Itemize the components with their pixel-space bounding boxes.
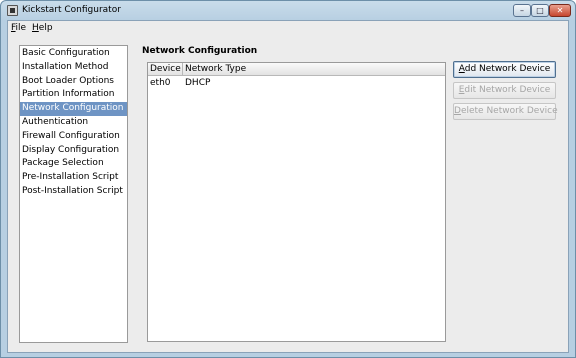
- app-window: Kickstart Configurator – □ ✕ File Help B…: [0, 0, 576, 358]
- table-header: Device Network Type: [148, 63, 445, 76]
- sidebar-item-display-configuration[interactable]: Display Configuration: [20, 144, 127, 158]
- sidebar-item-firewall-configuration[interactable]: Firewall Configuration: [20, 130, 127, 144]
- add-network-device-button[interactable]: Add Network Device: [453, 61, 556, 78]
- sidebar-item-authentication[interactable]: Authentication: [20, 116, 127, 130]
- edit-button-label: dit Network Device: [464, 85, 551, 95]
- page-title: Network Configuration: [142, 46, 258, 56]
- cell-network-type: DHCP: [185, 78, 211, 88]
- column-header-network-type[interactable]: Network Type: [183, 63, 445, 76]
- edit-network-device-button[interactable]: Edit Network Device: [453, 82, 556, 99]
- sidebar-item-boot-loader-options[interactable]: Boot Loader Options: [20, 75, 127, 89]
- sidebar-list[interactable]: Basic Configuration Installation Method …: [19, 45, 128, 343]
- network-device-table[interactable]: Device Network Type eth0 DHCP: [147, 62, 446, 342]
- sidebar-item-partition-information[interactable]: Partition Information: [20, 88, 127, 102]
- maximize-button[interactable]: □: [531, 4, 549, 17]
- sidebar-item-installation-method[interactable]: Installation Method: [20, 61, 127, 75]
- delete-button-label: elete Network Device: [460, 106, 558, 116]
- minimize-button[interactable]: –: [513, 4, 531, 17]
- menu-help[interactable]: Help: [32, 23, 53, 33]
- sidebar-item-network-configuration[interactable]: Network Configuration: [20, 102, 127, 116]
- app-icon: [7, 5, 18, 16]
- add-button-label: dd Network Device: [464, 64, 551, 74]
- window-title: Kickstart Configurator: [22, 5, 121, 15]
- column-header-device[interactable]: Device: [148, 63, 183, 76]
- delete-network-device-button[interactable]: Delete Network Device: [453, 103, 558, 120]
- delete-button-mnemonic: D: [454, 106, 461, 116]
- menu-bar: File Help: [8, 21, 568, 36]
- sidebar-item-package-selection[interactable]: Package Selection: [20, 157, 127, 171]
- menu-file[interactable]: File: [11, 23, 26, 33]
- sidebar-item-post-installation-script[interactable]: Post-Installation Script: [20, 185, 127, 199]
- cell-device: eth0: [150, 78, 171, 88]
- close-button[interactable]: ✕: [549, 4, 571, 17]
- table-row[interactable]: eth0 DHCP: [148, 77, 445, 90]
- menu-help-label: elp: [38, 23, 53, 33]
- menu-file-label: ile: [15, 23, 27, 33]
- client-area: File Help Basic Configuration Installati…: [7, 20, 569, 353]
- sidebar-item-pre-installation-script[interactable]: Pre-Installation Script: [20, 171, 127, 185]
- title-bar[interactable]: Kickstart Configurator – □ ✕: [1, 1, 575, 20]
- sidebar-item-basic-configuration[interactable]: Basic Configuration: [20, 47, 127, 61]
- menu-help-mnemonic: H: [32, 23, 39, 33]
